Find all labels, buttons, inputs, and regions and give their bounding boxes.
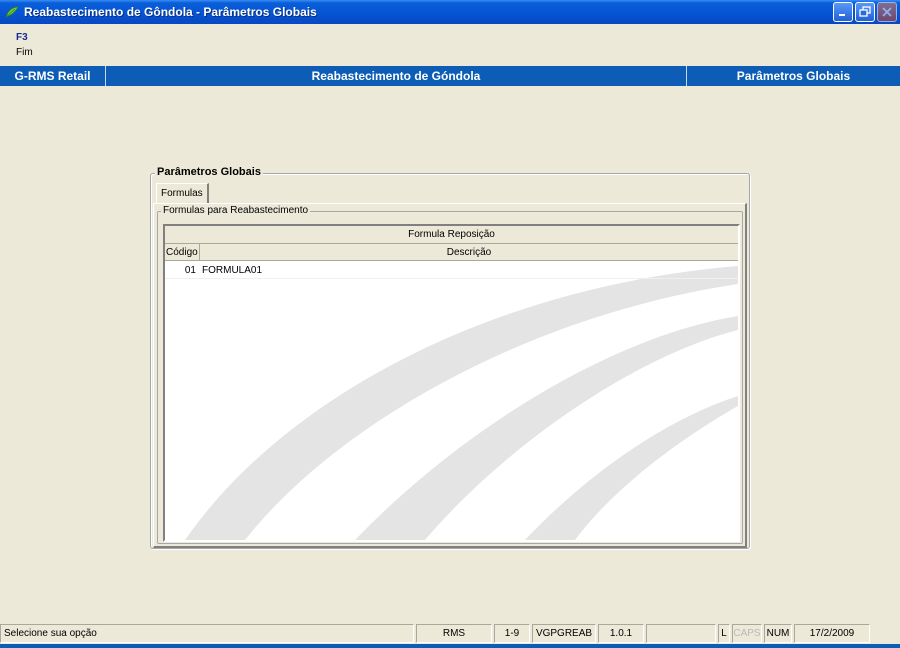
column-header-descricao[interactable]: Descrição (200, 244, 738, 260)
restore-button[interactable] (855, 2, 875, 22)
status-program: VGPGREAB (532, 624, 596, 643)
close-button[interactable] (877, 2, 897, 22)
status-range: 1-9 (494, 624, 530, 643)
tab-panel-formulas: Formulas para Reabastecimento Formula Re… (153, 203, 747, 548)
status-l-indicator: L (718, 624, 730, 643)
formulas-reabastecimento-group: Formulas para Reabastecimento Formula Re… (157, 205, 743, 544)
title-bar: Reabastecimento de Gôndola - Parâmetros … (0, 0, 900, 24)
cell-codigo: 01 (184, 265, 196, 276)
header-app-name: G-RMS Retail (0, 66, 106, 86)
formulas-grid[interactable]: Formula Reposição Código Descrição 01 FO… (163, 224, 740, 542)
column-header-codigo[interactable]: Código (165, 244, 200, 260)
status-system: RMS (416, 624, 492, 643)
app-leaf-icon[interactable] (4, 4, 20, 20)
status-num-indicator: NUM (764, 624, 792, 643)
status-empty (646, 624, 716, 643)
table-row[interactable]: 01 FORMULA01 (165, 263, 738, 279)
cell-descricao: FORMULA01 (202, 265, 263, 276)
grid-band-header: Formula Reposição (165, 226, 738, 244)
tab-formulas[interactable]: Formulas (156, 183, 209, 203)
header-module-name: Reabastecimento de Góndola (106, 66, 687, 86)
fkey-code: F3 (16, 32, 28, 43)
status-caps-indicator: CAPS (732, 624, 762, 643)
status-message: Selecione sua opção (0, 624, 414, 643)
group-title: Parâmetros Globais (155, 166, 263, 178)
header-screen-name: Parâmetros Globais (736, 69, 851, 83)
parametros-globais-group: Parâmetros Globais Formulas Formulas par… (150, 166, 750, 549)
window-title: Reabastecimento de Gôndola - Parâmetros … (24, 5, 317, 19)
status-bar: Selecione sua opção RMS 1-9 VGPGREAB 1.0… (0, 623, 900, 644)
grid-column-headers: Código Descrição (165, 244, 738, 261)
header-band: G-RMS Retail Reabastecimento de Góndola … (0, 66, 900, 86)
status-date: 17/2/2009 (794, 624, 870, 643)
fkey-label: Fim (16, 47, 33, 58)
inner-group-title: Formulas para Reabastecimento (161, 205, 311, 216)
minimize-button[interactable] (833, 2, 853, 22)
function-key-f3[interactable]: F3 Fim (16, 32, 33, 58)
bottom-strip (0, 644, 900, 648)
status-version: 1.0.1 (598, 624, 644, 643)
